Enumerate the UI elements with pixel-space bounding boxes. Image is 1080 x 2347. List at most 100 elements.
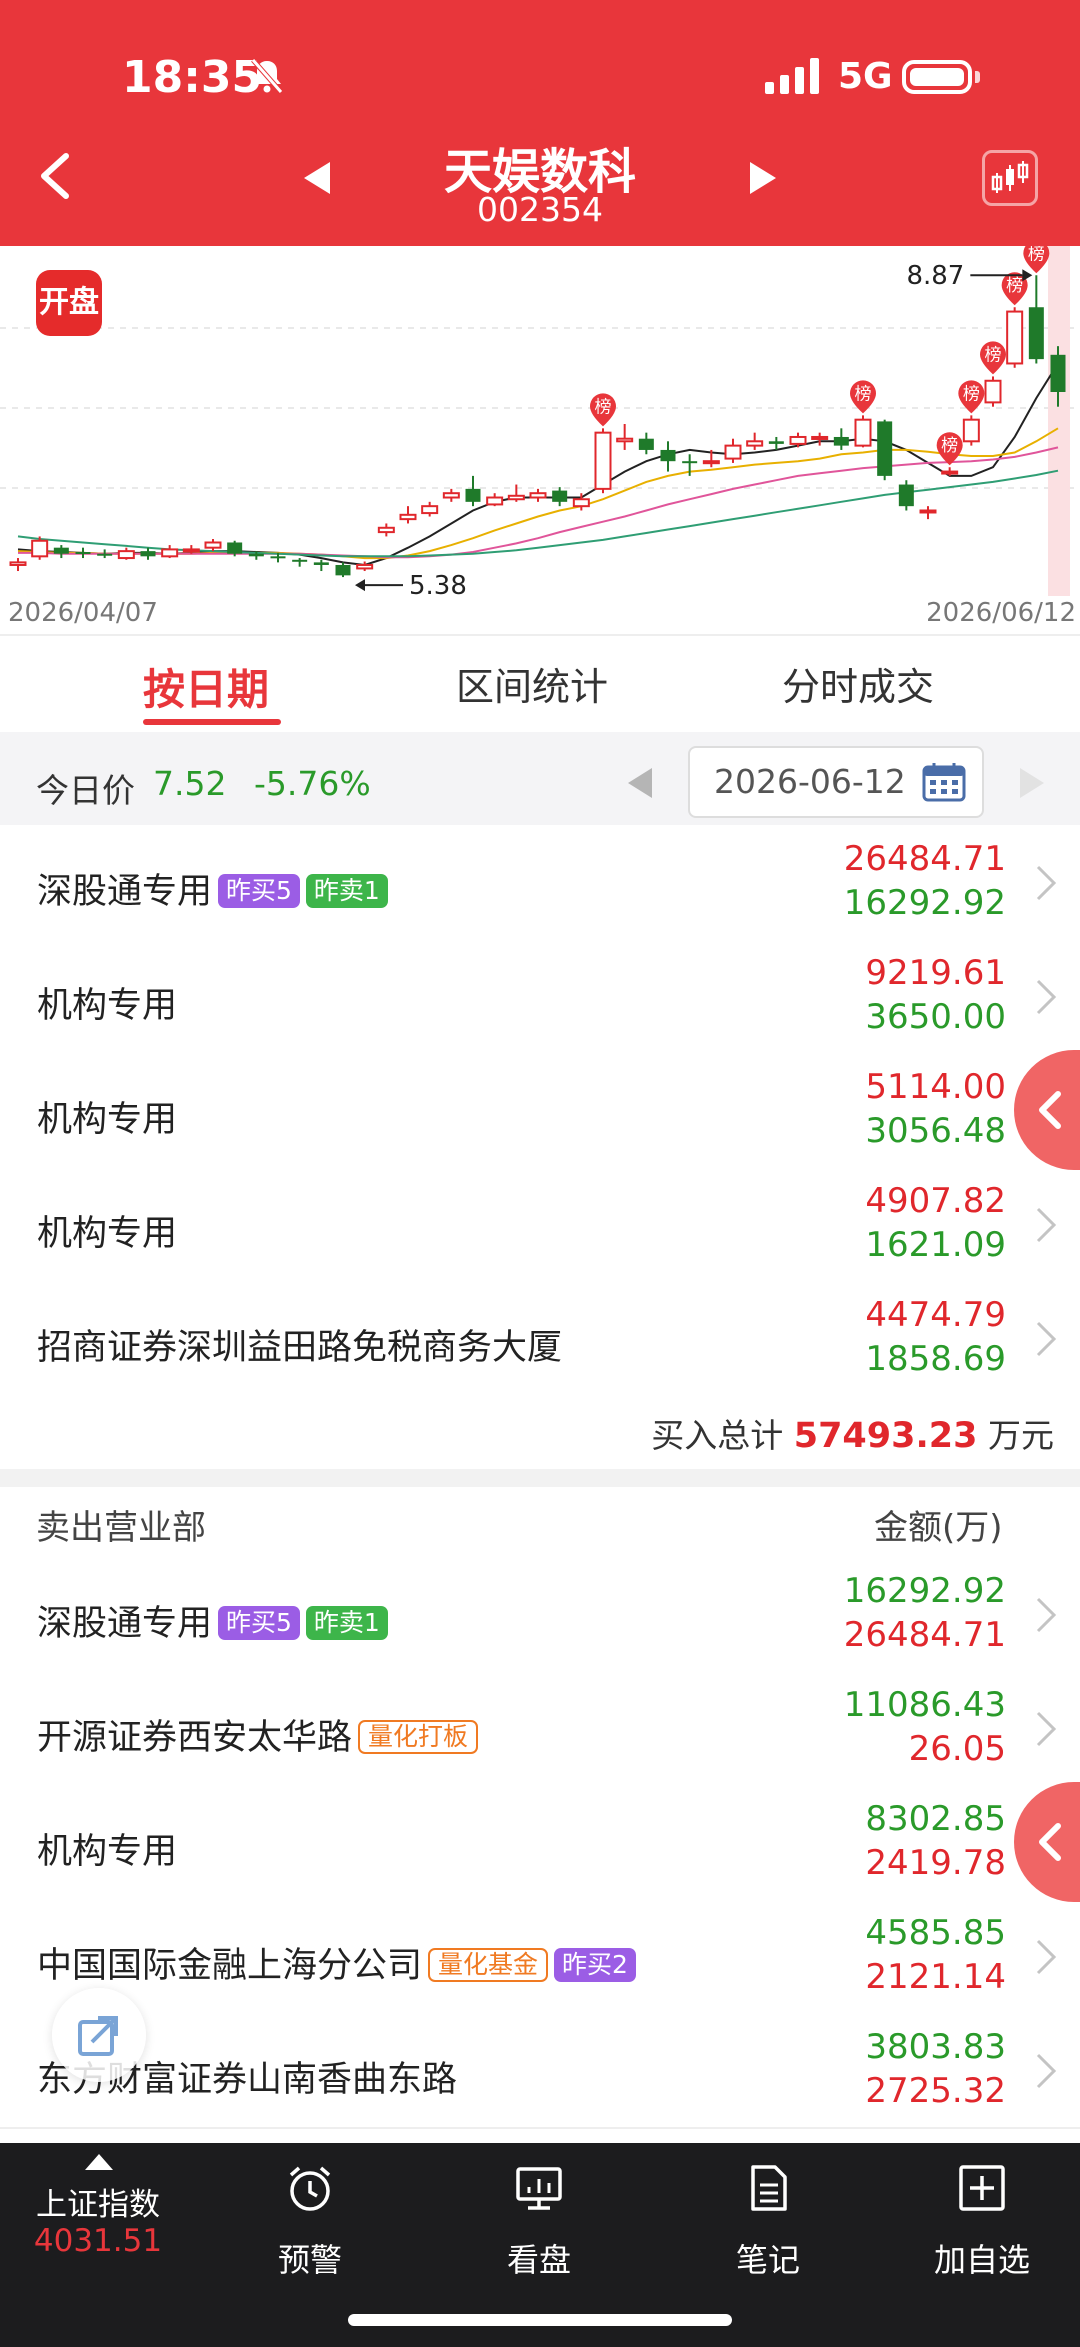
- seat-row[interactable]: 机构专用 8302.85 2419.78: [0, 1785, 1080, 1901]
- open-badge[interactable]: 开盘: [36, 270, 102, 336]
- next-stock-icon[interactable]: [748, 160, 778, 196]
- tab-intraday-trades[interactable]: 分时成交: [782, 656, 934, 711]
- candle-body: [682, 461, 698, 464]
- buy-total-row: 买入总计 57493.23 万元: [0, 1395, 1080, 1469]
- seat-row[interactable]: 机构专用 9219.61 3650.00: [0, 939, 1080, 1055]
- candle-body: [529, 492, 547, 499]
- network-type: 5G: [838, 56, 893, 97]
- seat-name: 机构专用: [37, 1205, 177, 1256]
- candle-body: [292, 559, 308, 562]
- nav-notes[interactable]: 笔记: [688, 2143, 848, 2343]
- tab-by-date[interactable]: 按日期: [143, 656, 269, 717]
- seat-name: 机构专用: [37, 1823, 177, 1874]
- chevron-right-icon: [1036, 1207, 1057, 1243]
- seat-name-text: 机构专用: [37, 1100, 178, 1140]
- seat-row[interactable]: 招商证券深圳益田路免税商务大厦 4474.79 1858.69: [0, 1281, 1080, 1397]
- share-fab[interactable]: [52, 1988, 146, 2082]
- mute-bell-icon: [251, 58, 283, 94]
- seat-name-text: 中国国际金融上海分公司: [37, 1946, 423, 1986]
- seat-name: 招商证券深圳益田路免税商务大厦: [37, 1319, 562, 1370]
- candle-body: [572, 498, 590, 508]
- nav-alert[interactable]: 预警: [230, 2143, 390, 2343]
- candle-body: [594, 431, 612, 490]
- candle-body: [442, 492, 460, 499]
- high-price-label: 8.87: [906, 261, 964, 291]
- seat-row[interactable]: 机构专用 4907.82 1621.09: [0, 1167, 1080, 1283]
- chevron-right-icon: [1036, 1939, 1057, 1975]
- rank-tag-text: 榜: [963, 384, 980, 404]
- buy-amount: 26.05: [908, 1729, 1006, 1769]
- seat-tag: 昨卖1: [305, 874, 388, 908]
- buy-amount: 2725.32: [865, 2071, 1006, 2111]
- seat-row[interactable]: 中国国际金融上海分公司 量化基金 昨买2 4585.85 2121.14: [0, 1899, 1080, 2015]
- caret-up-icon[interactable]: [84, 2153, 114, 2171]
- seat-row[interactable]: 开源证券西安太华路 量化打板 11086.43 26.05: [0, 1671, 1080, 1787]
- candlestick-icon: [991, 161, 1029, 193]
- buy-amount: 26484.71: [843, 1615, 1006, 1655]
- edit-share-icon: [78, 2016, 118, 2056]
- seat-name-text: 机构专用: [37, 1832, 178, 1872]
- kline-switch-button[interactable]: [982, 150, 1038, 206]
- buy-amount: 5114.00: [865, 1067, 1006, 1107]
- chevron-right-icon: [1036, 1711, 1057, 1747]
- nav-watch[interactable]: 看盘: [459, 2143, 619, 2343]
- seat-row[interactable]: 机构专用 5114.00 3056.48: [0, 1053, 1080, 1169]
- back-arrow-icon[interactable]: [36, 152, 72, 200]
- rank-tag-text: 榜: [941, 436, 958, 456]
- candle-body: [811, 435, 829, 440]
- candle-body: [1050, 354, 1066, 392]
- sell-amount: 3803.83: [865, 2027, 1006, 2067]
- calendar-icon[interactable]: [922, 762, 966, 802]
- sell-amount: 16292.92: [843, 883, 1006, 923]
- seat-name-text: 深股通专用: [37, 872, 213, 912]
- buy-amount: 9219.61: [865, 953, 1006, 993]
- section-gap: [0, 1469, 1080, 1487]
- ma-line: [17, 469, 1059, 558]
- seat-tag: 昨买5: [218, 874, 300, 908]
- stock-code: 002354: [477, 190, 603, 229]
- chevron-right-icon: [1036, 2053, 1057, 2089]
- rank-tag-text: 榜: [1028, 246, 1045, 264]
- seat-name: 深股通专用 昨买5 昨卖1: [37, 1595, 388, 1646]
- candle-body: [877, 421, 893, 476]
- candle-body: [53, 547, 69, 554]
- candle-body: [313, 562, 329, 565]
- candle-body: [746, 440, 764, 447]
- tab-range-stats[interactable]: 区间统计: [456, 656, 608, 711]
- chevron-right-icon: [1036, 1597, 1057, 1633]
- nav-add-label: 加自选: [933, 2241, 1030, 2279]
- battery-icon: [902, 60, 972, 94]
- candle-body: [399, 513, 417, 521]
- date-value: 2026-06-12: [714, 762, 906, 801]
- buy-amount: 26484.71: [843, 839, 1006, 879]
- candle-body: [552, 490, 568, 502]
- candle-body: [507, 494, 525, 501]
- kline-svg: 榜榜榜榜榜榜榜8.875.38: [0, 240, 1080, 601]
- nav-watch-label: 看盘: [506, 2241, 571, 2279]
- nav-add-watchlist[interactable]: 加自选: [902, 2143, 1062, 2343]
- buy-amount: 4907.82: [865, 1181, 1006, 1221]
- prev-stock-icon[interactable]: [302, 160, 332, 196]
- seat-row[interactable]: 深股通专用 昨买5 昨卖1 26484.71 16292.92: [0, 825, 1080, 941]
- today-change: -5.76%: [254, 764, 371, 803]
- index-name[interactable]: 上证指数: [18, 2179, 178, 2224]
- seat-row[interactable]: 东方财富证券山南香曲东路 3803.83 2725.32: [0, 2013, 1080, 2129]
- candle-body: [898, 484, 914, 507]
- date-next-icon[interactable]: [1018, 766, 1046, 800]
- kline-chart[interactable]: 榜榜榜榜榜榜榜 8.87 5.38 2026/04/07 2026/06/12: [0, 240, 1080, 636]
- side-expand-button-2[interactable]: [1014, 1782, 1080, 1902]
- date-prev-icon[interactable]: [626, 766, 654, 800]
- status-time: 18:35: [122, 52, 263, 103]
- sell-amount: 4585.85: [865, 1913, 1006, 1953]
- chevron-right-icon: [1036, 865, 1057, 901]
- candle-body: [1006, 310, 1024, 365]
- sell-amount: 3650.00: [865, 997, 1006, 1037]
- seat-row[interactable]: 深股通专用 昨买5 昨卖1 16292.92 26484.71: [0, 1557, 1080, 1673]
- seat-tag: 昨买5: [218, 1606, 300, 1640]
- tab-underline: [143, 719, 281, 725]
- side-expand-button[interactable]: [1014, 1050, 1080, 1170]
- seat-tag: 昨买2: [554, 1948, 636, 1982]
- buy-amount: 2419.78: [865, 1843, 1006, 1883]
- buy-total-unit: 万元: [988, 1416, 1054, 1455]
- candle-body: [486, 496, 504, 506]
